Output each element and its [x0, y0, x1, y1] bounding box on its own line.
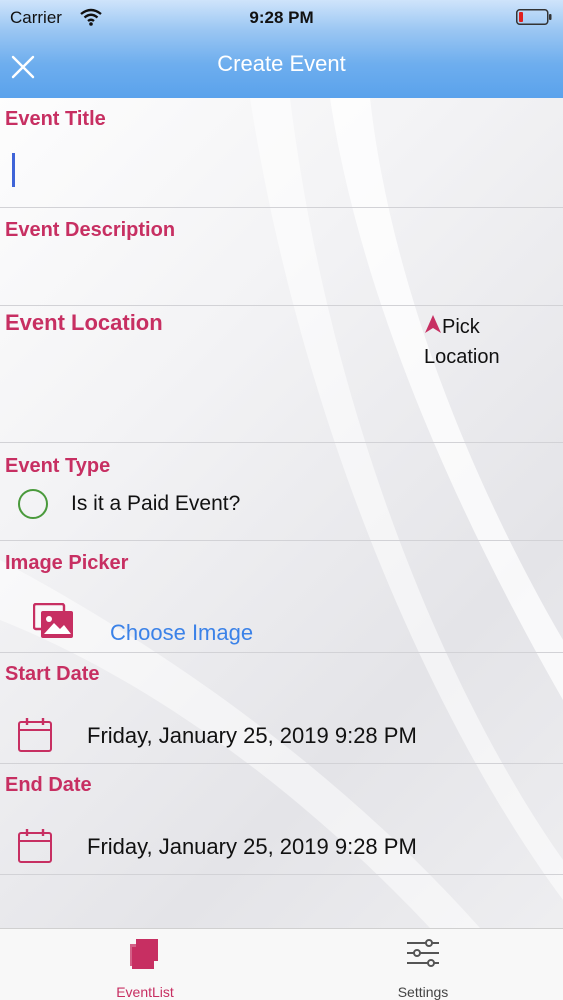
start-date-label: Start Date	[5, 663, 100, 685]
create-event-screen: Carrier 9:28 PM Create Event Event Title	[0, 0, 563, 1000]
end-date-picker[interactable]: Friday, January 25, 2019 9:28 PM	[87, 834, 417, 860]
calendar-icon	[18, 718, 52, 752]
tab-label: Settings	[397, 984, 449, 1000]
image-gallery-icon[interactable]	[33, 603, 75, 641]
location-arrow-icon	[425, 315, 441, 333]
divider	[0, 763, 563, 764]
navigation-header: Carrier 9:28 PM Create Event	[0, 0, 563, 98]
pick-location-button[interactable]: Pick Location	[424, 312, 554, 372]
tab-settings[interactable]: Settings	[353, 929, 493, 1000]
image-picker-label: Image Picker	[5, 552, 129, 574]
event-description-input[interactable]	[0, 250, 563, 304]
page-title: Create Event	[217, 51, 346, 76]
divider	[0, 540, 563, 541]
tab-label: EventList	[116, 984, 174, 1000]
choose-image-button[interactable]: Choose Image	[110, 620, 253, 646]
stack-icon	[130, 939, 158, 969]
event-location-label: Event Location	[5, 310, 163, 335]
nav-bar: Create Event	[0, 34, 563, 98]
tab-eventlist[interactable]: EventList	[75, 929, 215, 1000]
calendar-icon	[18, 829, 52, 863]
paid-event-label: Is it a Paid Event?	[71, 492, 241, 515]
end-date-label: End Date	[5, 774, 92, 796]
battery-icon	[516, 9, 552, 25]
status-time: 9:28 PM	[249, 8, 314, 27]
event-description-label: Event Description	[5, 219, 176, 241]
event-location-input[interactable]	[0, 342, 410, 440]
event-title-input[interactable]	[0, 140, 563, 206]
divider	[0, 442, 563, 443]
status-bar: Carrier 9:28 PM	[0, 0, 563, 34]
start-date-picker[interactable]: Friday, January 25, 2019 9:28 PM	[87, 723, 417, 749]
tab-bar: EventList Settings	[0, 928, 563, 1000]
sliders-icon	[407, 939, 439, 967]
divider	[0, 305, 563, 306]
divider	[0, 207, 563, 208]
text-cursor	[12, 153, 15, 187]
event-type-label: Event Type	[5, 455, 111, 477]
event-title-label: Event Title	[5, 108, 106, 130]
divider	[0, 652, 563, 653]
divider	[0, 874, 563, 875]
paid-event-radio[interactable]	[18, 489, 48, 519]
